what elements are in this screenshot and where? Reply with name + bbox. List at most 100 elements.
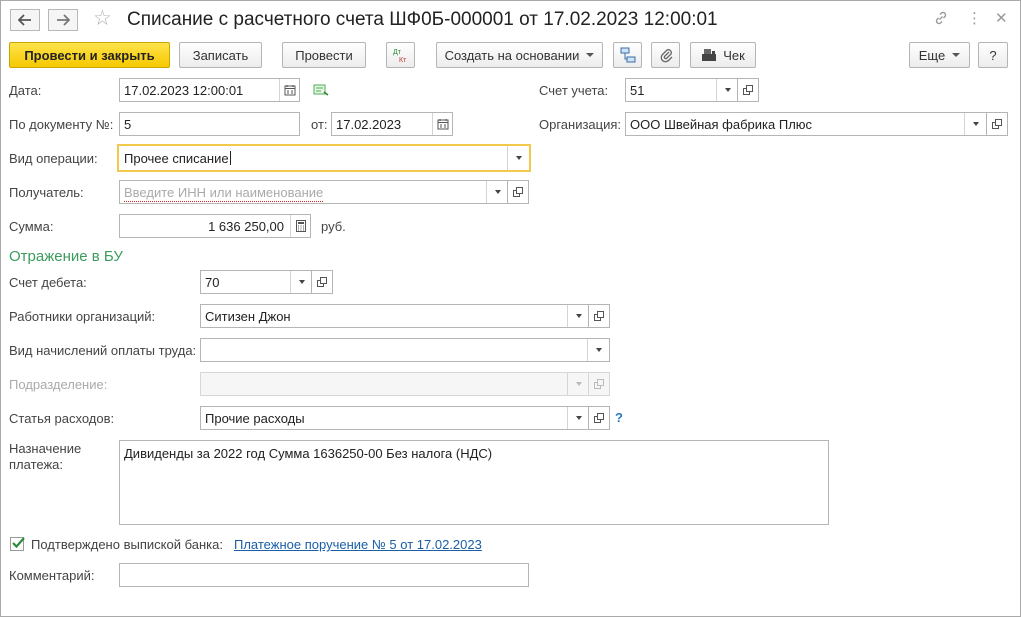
recipient-placeholder: Введите ИНН или наименование (124, 185, 324, 202)
svg-text:Дт: Дт (393, 49, 402, 56)
open-icon (317, 277, 327, 287)
chevron-down-icon[interactable] (716, 79, 738, 101)
comment-label: Комментарий: (9, 568, 95, 583)
comment-field[interactable] (119, 563, 529, 587)
page-title: Списание с расчетного счета ШФ0Б-000001 … (127, 9, 718, 30)
debit-account-field[interactable]: 70 (200, 270, 313, 294)
structure-button[interactable] (613, 42, 642, 68)
amount-value: 1 636 250,00 (208, 219, 284, 234)
account-open-button[interactable] (737, 78, 759, 102)
payroll-type-field[interactable] (200, 338, 610, 362)
accounting-section-title: Отражение в БУ (9, 248, 123, 265)
account-value: 51 (630, 83, 645, 98)
employees-open-button[interactable] (588, 304, 610, 328)
doc-date-value: 17.02.2023 (336, 117, 402, 132)
create-based-on-button[interactable]: Создать на основании (436, 42, 603, 68)
organization-open-button[interactable] (986, 112, 1008, 136)
create-based-on-label: Создать на основании (444, 47, 580, 63)
chevron-down-icon[interactable] (567, 407, 589, 429)
chevron-down-icon (586, 53, 595, 57)
bank-confirmed-label: Подтверждено выпиской банка: (31, 537, 223, 552)
close-icon[interactable]: ✕ (995, 10, 1008, 28)
cash-register-icon (702, 49, 717, 61)
expense-item-value: Прочие расходы (205, 411, 305, 426)
document-window: ☆ Списание с расчетного счета ШФ0Б-00000… (0, 0, 1021, 617)
amount-field[interactable]: 1 636 250,00 (119, 214, 311, 238)
save-button[interactable]: Записать (179, 42, 262, 68)
amount-currency: руб. (321, 219, 346, 234)
chevron-down-icon[interactable] (290, 271, 312, 293)
bank-confirmed-checkbox[interactable] (10, 537, 25, 551)
chevron-down-icon[interactable] (587, 339, 609, 361)
department-label: Подразделение: (9, 377, 108, 392)
operation-type-label: Вид операции: (9, 151, 98, 166)
open-icon (594, 379, 604, 389)
link-icon[interactable] (933, 10, 949, 31)
organization-value: ООО Швейная фабрика Плюс (630, 117, 813, 132)
payroll-type-label: Вид начислений оплаты труда: (9, 343, 197, 358)
calendar-icon[interactable] (279, 79, 299, 101)
more-label: Еще (918, 47, 946, 63)
calendar-icon[interactable] (432, 113, 452, 135)
debit-account-open-button[interactable] (311, 270, 333, 294)
back-button[interactable] (10, 9, 40, 31)
post-button[interactable]: Провести (282, 42, 366, 68)
doc-date-from-label: от: (311, 117, 328, 132)
recipient-open-button[interactable] (507, 180, 529, 204)
chevron-down-icon[interactable] (507, 146, 529, 170)
expense-item-field[interactable]: Прочие расходы (200, 406, 590, 430)
employees-label: Работники организаций: (9, 309, 156, 324)
history-icon[interactable] (313, 83, 329, 100)
chevron-down-icon[interactable] (486, 181, 508, 203)
payment-purpose-label-line2: платежа: (9, 457, 63, 472)
calculator-icon[interactable] (290, 215, 310, 237)
recipient-label: Получатель: (9, 185, 84, 200)
expense-item-label: Статья расходов: (9, 411, 115, 426)
chevron-down-icon[interactable] (964, 113, 986, 135)
date-field[interactable]: 17.02.2023 12:00:01 (119, 78, 300, 102)
doc-date-field[interactable]: 17.02.2023 (331, 112, 453, 136)
employees-field[interactable]: Ситизен Джон (200, 304, 590, 328)
receipt-button[interactable]: Чек (690, 42, 756, 68)
date-label: Дата: (9, 83, 42, 98)
checkmark-icon (12, 537, 25, 549)
payment-purpose-value: Дивиденды за 2022 год Сумма 1636250-00 Б… (124, 446, 493, 461)
organization-label: Организация: (539, 117, 622, 132)
operation-type-field[interactable]: Прочее списание (117, 144, 531, 172)
date-value: 17.02.2023 12:00:01 (124, 83, 244, 98)
svg-text:Кт: Кт (399, 57, 407, 63)
doc-number-field[interactable]: 5 (119, 112, 300, 136)
doc-number-label: По документу №: (9, 117, 114, 132)
chevron-down-icon (952, 53, 961, 57)
more-button[interactable]: Еще (909, 42, 970, 68)
arrow-left-icon (18, 14, 31, 26)
dt-kt-icon: ДтКт (393, 49, 407, 63)
recipient-field[interactable]: Введите ИНН или наименование (119, 180, 509, 204)
receipt-label: Чек (723, 47, 745, 63)
forward-button[interactable] (48, 9, 78, 31)
dt-kt-button[interactable]: Дт Кт (386, 42, 415, 68)
more-vertical-icon[interactable]: ⋮ (967, 10, 982, 28)
operation-type-value: Прочее списание (124, 151, 231, 166)
expense-item-open-button[interactable] (588, 406, 610, 430)
amount-label: Сумма: (9, 219, 54, 234)
payment-purpose-label-line1: Назначение (9, 441, 82, 456)
star-icon[interactable]: ☆ (93, 7, 112, 31)
help-button[interactable]: ? (978, 42, 1008, 68)
account-field[interactable]: 51 (625, 78, 739, 102)
organization-field[interactable]: ООО Швейная фабрика Плюс (625, 112, 987, 136)
open-icon (743, 85, 753, 95)
open-icon (594, 311, 604, 321)
open-icon (992, 119, 1002, 129)
employees-value: Ситизен Джон (205, 309, 291, 324)
open-icon (594, 413, 604, 423)
payment-order-link[interactable]: Платежное поручение № 5 от 17.02.2023 (234, 537, 482, 553)
payment-purpose-textarea[interactable]: Дивиденды за 2022 год Сумма 1636250-00 Б… (119, 440, 829, 525)
debit-account-value: 70 (205, 275, 220, 290)
post-and-close-button[interactable]: Провести и закрыть (9, 42, 170, 68)
open-icon (513, 187, 523, 197)
expense-item-help-icon[interactable]: ? (615, 410, 623, 426)
structure-icon (620, 47, 635, 63)
attach-button[interactable] (651, 42, 680, 68)
chevron-down-icon[interactable] (567, 305, 589, 327)
